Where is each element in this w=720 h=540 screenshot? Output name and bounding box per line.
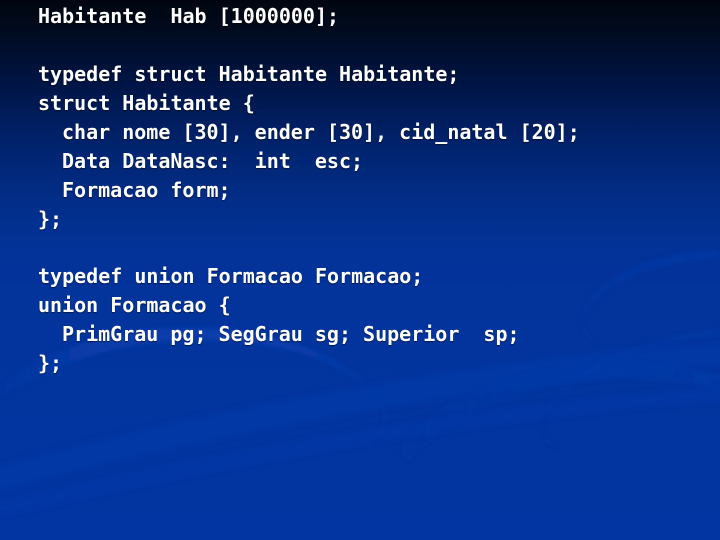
code-line: typedef struct Habitante Habitante; bbox=[38, 62, 460, 86]
code-line: Habitante Hab [1000000]; bbox=[38, 4, 340, 28]
presentation-slide: Habitante Hab [1000000]; typedef struct … bbox=[0, 0, 720, 540]
code-line: union Formacao { bbox=[38, 293, 231, 317]
code-line: }; bbox=[38, 207, 63, 231]
code-line: Formacao form; bbox=[62, 178, 231, 202]
code-block: Habitante Hab [1000000]; typedef struct … bbox=[0, 0, 720, 540]
code-line: }; bbox=[38, 351, 63, 375]
code-line: typedef union Formacao Formacao; bbox=[38, 264, 424, 288]
code-line: struct Habitante { bbox=[38, 91, 255, 115]
code-line: char nome [30], ender [30], cid_natal [2… bbox=[62, 120, 580, 144]
code-line: Data DataNasc: int esc; bbox=[62, 149, 364, 173]
code-line: PrimGrau pg; SegGrau sg; Superior sp; bbox=[62, 322, 520, 346]
